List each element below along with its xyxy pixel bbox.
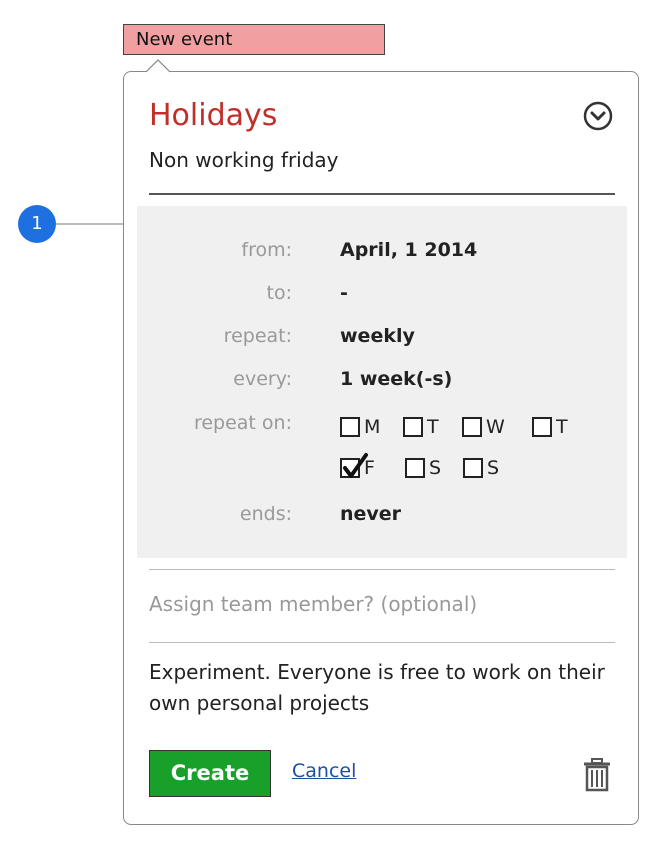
new-event-tag: New event <box>123 24 385 55</box>
from-label: from: <box>241 239 292 261</box>
trash-icon[interactable] <box>582 758 612 792</box>
recurrence-details: from: April, 1 2014 to: - repeat: weekly… <box>137 206 627 558</box>
ends-value[interactable]: never <box>340 503 401 525</box>
day-checkbox-sunday[interactable]: S <box>463 457 499 479</box>
day-letter: S <box>429 457 442 479</box>
repeat-on-label: repeat on: <box>193 412 292 434</box>
checkbox[interactable] <box>532 417 552 437</box>
repeat-value[interactable]: weekly <box>340 325 415 347</box>
chevron-down-circle-icon[interactable] <box>582 100 614 132</box>
assign-member-input[interactable]: Assign team member? (optional) <box>149 592 477 616</box>
popover-notch <box>146 59 170 73</box>
day-checkbox-monday[interactable]: M <box>340 416 380 438</box>
ends-label: ends: <box>239 503 292 525</box>
to-value[interactable]: - <box>340 282 348 304</box>
day-checkbox-tuesday[interactable]: T <box>403 416 439 438</box>
checkbox[interactable] <box>340 453 368 478</box>
event-title[interactable]: Holidays <box>149 98 277 133</box>
event-subtitle[interactable]: Non working friday <box>149 148 339 172</box>
checkbox[interactable] <box>462 417 482 437</box>
repeat-label: repeat: <box>223 325 292 347</box>
checkmark-icon <box>343 453 368 478</box>
assign-divider <box>149 642 615 643</box>
cancel-link[interactable]: Cancel <box>292 760 356 782</box>
annotation-marker: 1 <box>18 205 56 243</box>
checkbox[interactable] <box>340 417 360 437</box>
from-value[interactable]: April, 1 2014 <box>340 239 477 261</box>
day-checkbox-saturday[interactable]: S <box>405 457 441 479</box>
every-value[interactable]: 1 week(-s) <box>340 368 452 390</box>
to-label: to: <box>266 282 292 304</box>
day-checkbox-wednesday[interactable]: W <box>462 416 505 438</box>
day-letter: S <box>487 457 500 479</box>
day-letter: W <box>486 416 505 438</box>
every-label: every: <box>233 368 292 390</box>
checkbox[interactable] <box>405 458 425 478</box>
event-description[interactable]: Experiment. Everyone is free to work on … <box>149 657 609 719</box>
details-divider <box>149 569 615 570</box>
day-letter: M <box>364 416 381 438</box>
event-popover: Holidays Non working friday from: April,… <box>123 71 639 825</box>
checkbox[interactable] <box>463 458 483 478</box>
day-letter: T <box>556 416 568 438</box>
title-divider <box>149 193 615 195</box>
day-checkbox-thursday[interactable]: T <box>532 416 568 438</box>
checkbox[interactable] <box>403 417 423 437</box>
day-letter: T <box>427 416 439 438</box>
create-button[interactable]: Create <box>149 750 271 797</box>
day-checkbox-friday[interactable]: F <box>340 453 375 479</box>
